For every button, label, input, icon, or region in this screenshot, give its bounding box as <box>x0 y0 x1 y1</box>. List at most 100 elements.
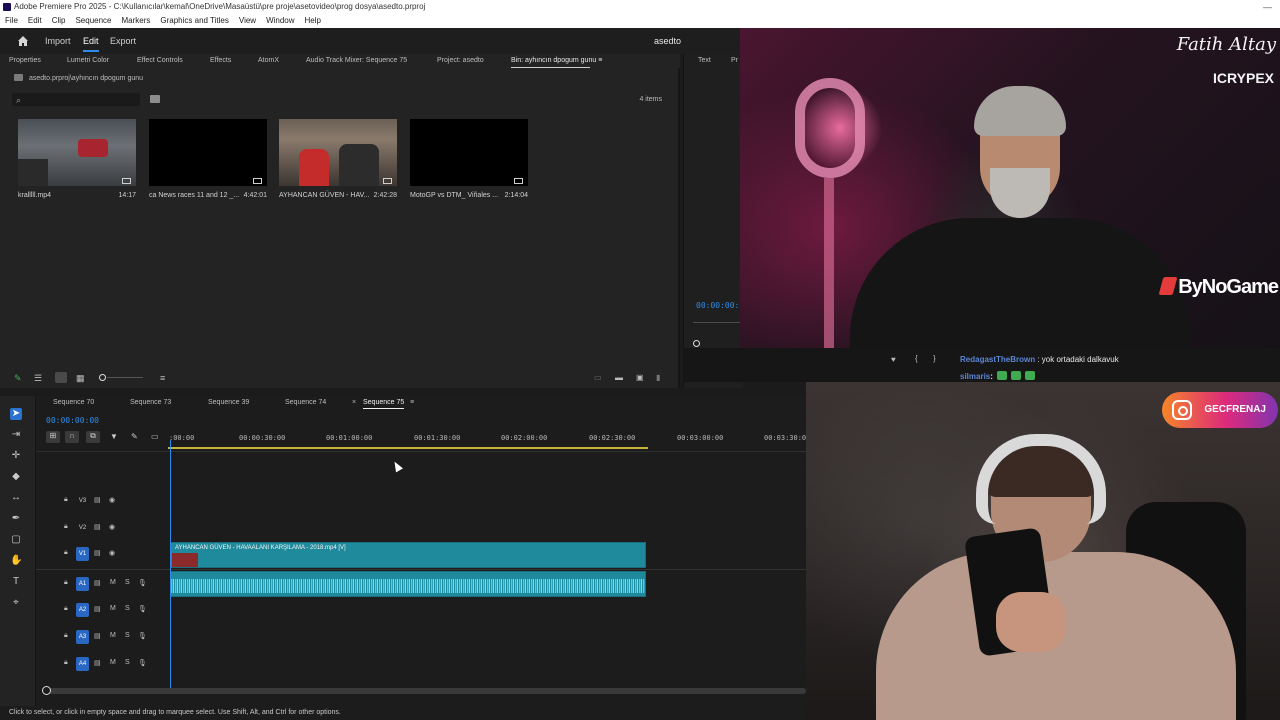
work-area-bar[interactable] <box>168 447 648 449</box>
track-label[interactable]: V3 <box>76 494 89 508</box>
menu-graphics-titles[interactable]: Graphics and Titles <box>160 14 228 28</box>
tab-text[interactable]: Text <box>698 57 711 64</box>
playhead[interactable] <box>170 440 171 690</box>
tab-project[interactable]: Project: asedto <box>437 57 484 64</box>
video-clip[interactable]: AYHANCAN GÜVEN - HAVAALANI KARŞILAMA - 2… <box>170 542 646 568</box>
search-input[interactable]: ⌕ <box>12 93 140 106</box>
mute-button[interactable]: M <box>110 659 116 666</box>
track-label[interactable]: A1 <box>76 577 89 591</box>
solo-button[interactable]: S <box>125 632 130 639</box>
icon-view-icon[interactable] <box>55 372 67 383</box>
workspace-export[interactable]: Export <box>110 36 136 46</box>
menu-file[interactable]: File <box>5 14 18 28</box>
menu-markers[interactable]: Markers <box>122 14 151 28</box>
solo-button[interactable]: S <box>125 659 130 666</box>
minimize-button[interactable]: — <box>1263 0 1272 14</box>
mute-button[interactable]: M <box>110 605 116 612</box>
clip-item[interactable]: MotoGP vs DTM_ Viñales ... 2:14:04 <box>410 119 528 199</box>
tab-properties[interactable]: Properties <box>9 57 41 64</box>
tab-effects[interactable]: Effects <box>210 57 231 64</box>
clip-item[interactable]: kralllll.mp4 14:17 <box>18 119 136 199</box>
track-label[interactable]: A2 <box>76 603 89 617</box>
menu-window[interactable]: Window <box>266 14 294 28</box>
tab-bin[interactable]: Bin: ayhıncın dpogum gunu ≡ <box>511 57 602 68</box>
home-icon[interactable] <box>17 35 29 47</box>
selection-tool-icon[interactable]: ➤ <box>10 408 22 420</box>
ripple-edit-tool-icon[interactable]: ✛ <box>10 450 22 462</box>
zoom-slider-track[interactable] <box>107 377 143 378</box>
sync-lock-icon[interactable]: ▤ <box>94 659 101 667</box>
sort-icon[interactable]: ≡ <box>160 373 165 383</box>
menu-clip[interactable]: Clip <box>52 14 66 28</box>
lock-icon[interactable]: 🔒︎ <box>64 659 68 667</box>
workspace-edit[interactable]: Edit <box>83 36 99 52</box>
audio-clip[interactable] <box>170 571 646 597</box>
mic-icon[interactable]: 🎙︎ <box>138 579 147 587</box>
mic-icon[interactable]: 🎙︎ <box>138 605 147 613</box>
tab-effect-controls[interactable]: Effect Controls <box>137 57 183 64</box>
menu-edit[interactable]: Edit <box>28 14 42 28</box>
tab-sequence-73[interactable]: Sequence 73 <box>130 399 171 406</box>
scroll-knob[interactable] <box>42 686 51 695</box>
zoom-slider-knob[interactable] <box>99 374 106 381</box>
tab-audio-track-mixer[interactable]: Audio Track Mixer: Sequence 75 <box>306 57 407 64</box>
new-item-icon[interactable]: ▣ <box>636 373 644 382</box>
lock-icon[interactable]: 🔒︎ <box>64 549 68 557</box>
menu-view[interactable]: View <box>239 14 256 28</box>
sync-lock-icon[interactable]: ▤ <box>94 632 101 640</box>
eye-icon[interactable]: ◉ <box>109 496 115 504</box>
timeline-scrollbar[interactable] <box>42 686 806 695</box>
tab-program[interactable]: Pr <box>731 57 738 64</box>
lock-icon[interactable]: 🔒︎ <box>64 605 68 613</box>
tab-menu-icon[interactable]: ≡ <box>410 399 414 406</box>
tab-atomx[interactable]: AtomX <box>258 57 279 64</box>
av-divider[interactable] <box>36 569 806 570</box>
close-tab-icon[interactable]: × <box>352 399 356 406</box>
tab-menu-icon[interactable]: ≡ <box>598 57 602 64</box>
program-ruler[interactable] <box>693 322 744 328</box>
solo-button[interactable]: S <box>125 579 130 586</box>
freeform-view-icon[interactable]: ▦ <box>76 373 85 384</box>
track-label[interactable]: A4 <box>76 657 89 671</box>
tab-sequence-70[interactable]: Sequence 70 <box>53 399 94 406</box>
tab-sequence-75[interactable]: Sequence 75 <box>363 399 405 409</box>
lock-icon[interactable]: 🔒︎ <box>64 579 68 587</box>
track-label[interactable]: V2 <box>76 521 89 535</box>
tab-sequence-74[interactable]: Sequence 74 <box>285 399 326 406</box>
clip-item[interactable]: ca News races 11 and 12 _... 4:42:01 <box>149 119 267 199</box>
lock-icon[interactable]: 🔒︎ <box>64 523 68 531</box>
tab-sequence-39[interactable]: Sequence 39 <box>208 399 249 406</box>
nest-icon[interactable]: ⊞ <box>46 431 60 443</box>
sync-lock-icon[interactable]: ▤ <box>94 549 101 557</box>
lock-icon[interactable]: 🔒︎ <box>64 496 68 504</box>
clip-item[interactable]: AYHANCAN GÜVEN - HAV... 2:42:28 <box>279 119 397 199</box>
solo-button[interactable]: S <box>125 605 130 612</box>
menu-help[interactable]: Help <box>305 14 321 28</box>
captions-icon[interactable]: ▭ <box>151 432 159 441</box>
add-marker-icon[interactable]: ▼ <box>110 432 118 441</box>
track-label[interactable]: A3 <box>76 630 89 644</box>
eye-icon[interactable]: ◉ <box>109 549 115 557</box>
timeline-timecode[interactable]: 00:00:00:00 <box>46 416 99 425</box>
sync-lock-icon[interactable]: ▤ <box>94 496 101 504</box>
eye-icon[interactable]: ◉ <box>109 523 115 531</box>
mic-icon[interactable]: 🎙︎ <box>138 632 147 640</box>
sync-lock-icon[interactable]: ▤ <box>94 579 101 587</box>
menu-sequence[interactable]: Sequence <box>75 14 111 28</box>
track-select-tool-icon[interactable]: ⇥ <box>10 429 22 441</box>
program-scroll-knob[interactable] <box>693 340 700 347</box>
new-bin-icon[interactable] <box>150 95 160 103</box>
track-label[interactable]: V1 <box>76 547 89 561</box>
new-bin-footer-icon[interactable]: ▬ <box>615 373 623 382</box>
sync-lock-icon[interactable]: ▤ <box>94 605 101 613</box>
pencil-icon[interactable]: ✎ <box>14 373 22 384</box>
tab-lumetri-color[interactable]: Lumetri Color <box>67 57 109 64</box>
snap-icon[interactable]: ∩ <box>65 431 79 443</box>
list-view-icon[interactable]: ☰ <box>34 373 42 384</box>
mic-icon[interactable]: 🎙︎ <box>138 659 147 667</box>
trash-icon[interactable]: ▮ <box>656 373 660 382</box>
mute-button[interactable]: M <box>110 579 116 586</box>
sync-lock-icon[interactable]: ▤ <box>94 523 101 531</box>
razor-tool-icon[interactable]: ◆ <box>10 471 22 483</box>
linked-selection-icon[interactable]: ⧉ <box>86 431 100 443</box>
